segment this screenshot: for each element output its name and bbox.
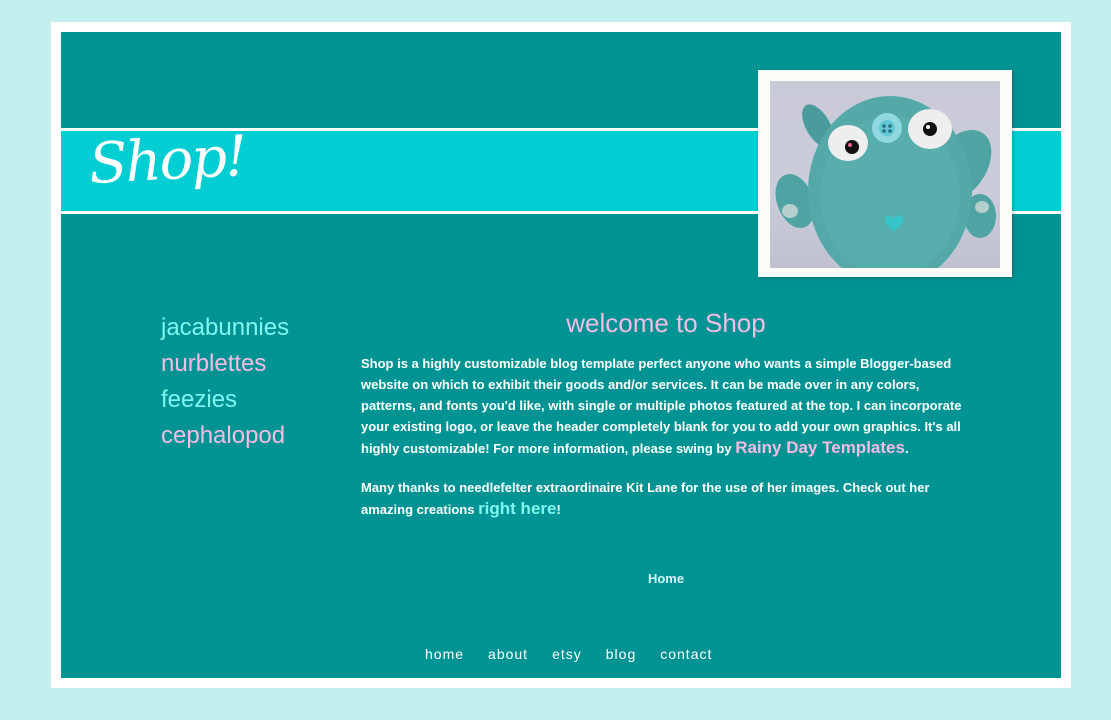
footer-nav-contact[interactable]: contact [660,646,712,662]
home-link[interactable]: Home [621,571,711,586]
footer-nav-etsy[interactable]: etsy [552,646,582,662]
post-paragraph-2-text: Many thanks to needlefelter extraordinai… [361,480,930,517]
site-logo[interactable]: Shop! [87,124,247,197]
header-photo [770,81,1000,268]
post-paragraph-1-end: . [904,441,909,456]
header-photo-frame [758,70,1012,277]
post-paragraph-2-end: ! [556,502,561,517]
sidebar-item-cephalopod[interactable]: cephalopod [161,418,351,454]
footer-nav-about[interactable]: about [488,646,528,662]
sidebar-item-feezies[interactable]: feezies [161,382,351,418]
sidebar-item-nurblettes[interactable]: nurblettes [161,346,351,382]
rainy-day-templates-link[interactable]: Rainy Day Templates [735,438,905,457]
post-paragraph-1: Shop is a highly customizable blog templ… [361,353,971,459]
footer-nav-home[interactable]: home [425,646,464,662]
right-here-link[interactable]: right here [478,499,556,518]
post-content: welcome to Shop Shop is a highly customi… [361,308,971,538]
footer-nav-blog[interactable]: blog [606,646,636,662]
footer-nav: home about etsy blog contact [425,646,712,662]
sidebar-nav: jacabunnies nurblettes feezies cephalopo… [161,310,351,454]
sidebar-item-jacabunnies[interactable]: jacabunnies [161,310,351,346]
post-paragraph-2: Many thanks to needlefelter extraordinai… [361,477,971,520]
post-title: welcome to Shop [566,308,766,338]
felt-monster-image [775,96,996,268]
